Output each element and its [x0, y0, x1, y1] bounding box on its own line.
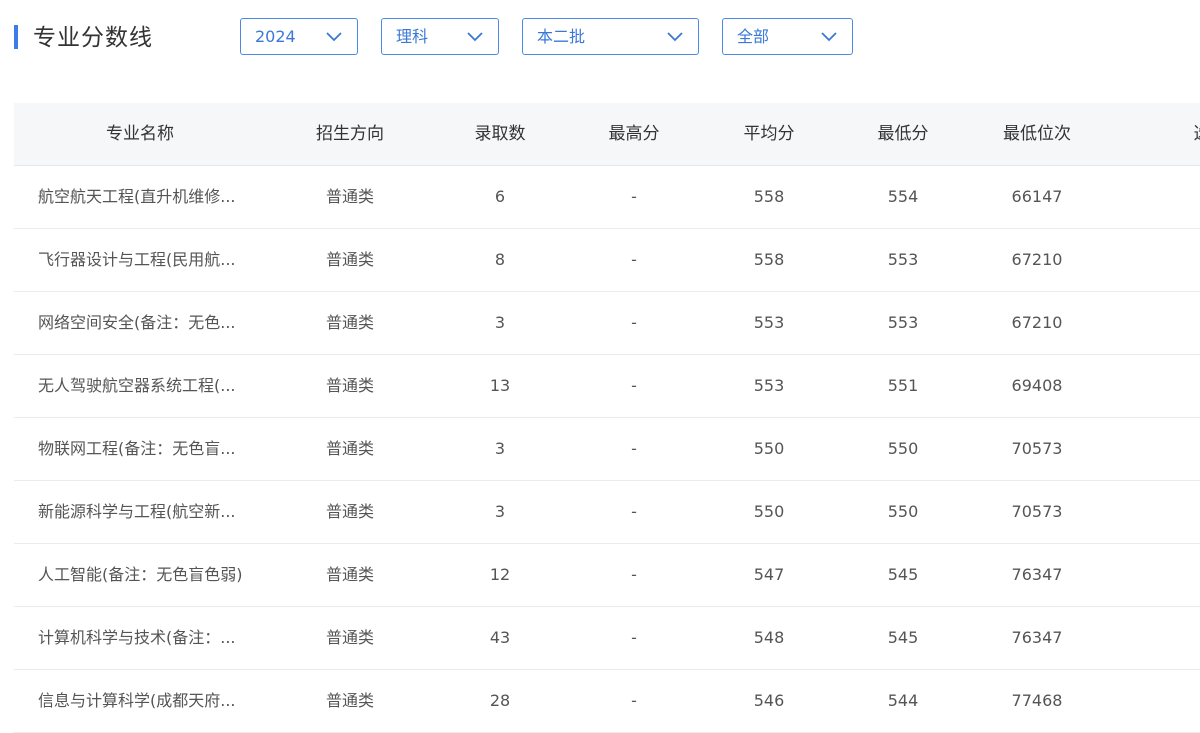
- table-row[interactable]: 物联网工程(备注：无色盲... 普通类 3 - 550 550 70573: [14, 418, 1200, 481]
- major-name-cell: 网络空间安全(备注：无色...: [38, 292, 253, 354]
- major-name-cell: 物联网工程(备注：无色盲...: [38, 418, 253, 480]
- direction-cell: 普通类: [326, 670, 374, 732]
- header-direction: 招生方向: [316, 103, 384, 165]
- table-header: 专业名称 招生方向 录取数 最高分 平均分 最低分 最低位次 选: [14, 103, 1200, 166]
- avg-score-cell: 546: [754, 670, 785, 732]
- header-admitted: 录取数: [475, 103, 526, 165]
- direction-cell: 普通类: [326, 481, 374, 543]
- min-rank-cell: 70573: [1012, 418, 1063, 480]
- admitted-cell: 12: [490, 544, 510, 606]
- direction-cell: 普通类: [326, 292, 374, 354]
- table-row[interactable]: 信息与计算科学(成都天府... 普通类 28 - 546 544 77468: [14, 670, 1200, 733]
- direction-cell: 普通类: [326, 418, 374, 480]
- avg-score-cell: 550: [754, 418, 785, 480]
- batch-select-value: 本二批: [537, 19, 585, 54]
- category-select[interactable]: 全部: [722, 18, 853, 55]
- header-max-score: 最高分: [609, 103, 660, 165]
- major-name-cell: 航空航天工程(直升机维修...: [38, 166, 253, 228]
- table-row[interactable]: 无人驾驶航空器系统工程(... 普通类 13 - 553 551 69408: [14, 355, 1200, 418]
- admitted-cell: 3: [495, 418, 505, 480]
- major-name-cell: 信息与计算科学(成都天府...: [38, 670, 253, 732]
- admitted-cell: 43: [490, 607, 510, 669]
- min-rank-cell: 66147: [1012, 166, 1063, 228]
- avg-score-cell: 553: [754, 292, 785, 354]
- min-rank-cell: 76347: [1012, 607, 1063, 669]
- table-row[interactable]: 人工智能(备注：无色盲色弱) 普通类 12 - 547 545 76347: [14, 544, 1200, 607]
- admitted-cell: 3: [495, 292, 505, 354]
- admitted-cell: 6: [495, 166, 505, 228]
- year-select-value: 2024: [255, 19, 296, 54]
- min-score-cell: 554: [888, 166, 919, 228]
- avg-score-cell: 558: [754, 229, 785, 291]
- header-avg-score: 平均分: [744, 103, 795, 165]
- table-row[interactable]: 网络空间安全(备注：无色... 普通类 3 - 553 553 67210: [14, 292, 1200, 355]
- batch-select[interactable]: 本二批: [522, 18, 699, 55]
- min-score-cell: 553: [888, 292, 919, 354]
- min-score-cell: 550: [888, 418, 919, 480]
- max-score-cell: -: [631, 544, 637, 606]
- min-rank-cell: 67210: [1012, 229, 1063, 291]
- direction-cell: 普通类: [326, 355, 374, 417]
- score-table: 专业名称 招生方向 录取数 最高分 平均分 最低分 最低位次 选 航空航天工程(…: [14, 103, 1200, 733]
- max-score-cell: -: [631, 670, 637, 732]
- table-row[interactable]: 新能源科学与工程(航空新... 普通类 3 - 550 550 70573: [14, 481, 1200, 544]
- avg-score-cell: 548: [754, 607, 785, 669]
- avg-score-cell: 553: [754, 355, 785, 417]
- min-score-cell: 544: [888, 670, 919, 732]
- admitted-cell: 3: [495, 481, 505, 543]
- min-rank-cell: 77468: [1012, 670, 1063, 732]
- header-min-rank: 最低位次: [1003, 103, 1071, 165]
- admitted-cell: 13: [490, 355, 510, 417]
- avg-score-cell: 550: [754, 481, 785, 543]
- avg-score-cell: 558: [754, 166, 785, 228]
- table-row[interactable]: 计算机科学与技术(备注：... 普通类 43 - 548 545 76347: [14, 607, 1200, 670]
- max-score-cell: -: [631, 292, 637, 354]
- min-score-cell: 545: [888, 607, 919, 669]
- subject-select-value: 理科: [396, 19, 428, 54]
- admitted-cell: 28: [490, 670, 510, 732]
- direction-cell: 普通类: [326, 229, 374, 291]
- chevron-down-icon: [820, 28, 838, 44]
- direction-cell: 普通类: [326, 166, 374, 228]
- page-title: 专业分数线: [33, 20, 153, 56]
- header-min-score: 最低分: [878, 103, 929, 165]
- major-name-cell: 人工智能(备注：无色盲色弱): [38, 544, 253, 606]
- major-name-cell: 无人驾驶航空器系统工程(...: [38, 355, 253, 417]
- min-rank-cell: 67210: [1012, 292, 1063, 354]
- title-accent-bar: [14, 25, 18, 49]
- min-score-cell: 550: [888, 481, 919, 543]
- max-score-cell: -: [631, 355, 637, 417]
- max-score-cell: -: [631, 607, 637, 669]
- min-rank-cell: 70573: [1012, 481, 1063, 543]
- major-name-cell: 飞行器设计与工程(民用航...: [38, 229, 253, 291]
- table-row[interactable]: 飞行器设计与工程(民用航... 普通类 8 - 558 553 67210: [14, 229, 1200, 292]
- chevron-down-icon: [325, 28, 343, 44]
- header-major-name: 专业名称: [106, 103, 174, 165]
- max-score-cell: -: [631, 418, 637, 480]
- min-score-cell: 551: [888, 355, 919, 417]
- chevron-down-icon: [466, 28, 484, 44]
- category-select-value: 全部: [737, 19, 769, 54]
- max-score-cell: -: [631, 481, 637, 543]
- admitted-cell: 8: [495, 229, 505, 291]
- major-name-cell: 新能源科学与工程(航空新...: [38, 481, 253, 543]
- min-rank-cell: 76347: [1012, 544, 1063, 606]
- major-name-cell: 计算机科学与技术(备注：...: [38, 607, 253, 669]
- min-score-cell: 545: [888, 544, 919, 606]
- year-select[interactable]: 2024: [240, 18, 358, 55]
- table-row[interactable]: 航空航天工程(直升机维修... 普通类 6 - 558 554 66147: [14, 166, 1200, 229]
- min-rank-cell: 69408: [1012, 355, 1063, 417]
- direction-cell: 普通类: [326, 544, 374, 606]
- header-extra: 选: [1194, 103, 1200, 165]
- avg-score-cell: 547: [754, 544, 785, 606]
- min-score-cell: 553: [888, 229, 919, 291]
- subject-select[interactable]: 理科: [381, 18, 499, 55]
- max-score-cell: -: [631, 229, 637, 291]
- max-score-cell: -: [631, 166, 637, 228]
- direction-cell: 普通类: [326, 607, 374, 669]
- chevron-down-icon: [666, 28, 684, 44]
